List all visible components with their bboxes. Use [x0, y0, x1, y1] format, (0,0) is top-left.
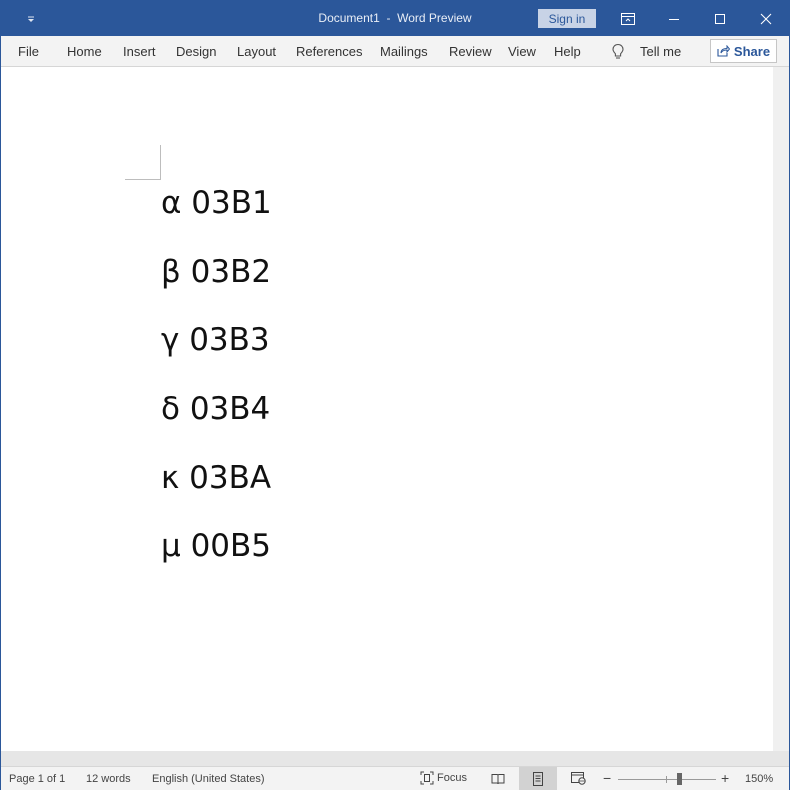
language-indicator[interactable]: English (United States) — [152, 773, 265, 785]
ribbon-display-options-icon[interactable] — [605, 1, 651, 36]
tab-help[interactable]: Help — [554, 44, 581, 59]
app-name: Word Preview — [397, 11, 472, 25]
print-layout-icon[interactable] — [519, 767, 557, 790]
document-area: α 03B1 β 03B2 γ 03B3 δ 03B4 κ 03BA μ 00B… — [1, 67, 789, 751]
share-label: Share — [733, 43, 771, 59]
zoom-slider-thumb[interactable] — [676, 773, 682, 785]
document-name: Document1 — [318, 11, 380, 25]
title-separator: - — [379, 11, 398, 25]
focus-icon — [420, 771, 434, 785]
close-icon[interactable] — [743, 1, 789, 36]
zoom-out-button[interactable]: − — [603, 770, 611, 786]
document-line[interactable]: κ 03BA — [161, 460, 271, 496]
tab-design[interactable]: Design — [176, 44, 216, 59]
web-layout-icon[interactable] — [559, 767, 597, 790]
tab-references[interactable]: References — [296, 44, 362, 59]
title-bar: Document1 - Word Preview Sign in — [1, 1, 789, 36]
focus-label: Focus — [437, 772, 467, 784]
tab-insert[interactable]: Insert — [123, 44, 156, 59]
zoom-slider[interactable] — [618, 779, 716, 780]
tab-view[interactable]: View — [508, 44, 536, 59]
page-count[interactable]: Page 1 of 1 — [9, 773, 65, 785]
minimize-icon[interactable] — [651, 1, 697, 36]
document-line[interactable]: β 03B2 — [161, 254, 271, 290]
lightbulb-icon[interactable] — [611, 43, 625, 61]
tab-review[interactable]: Review — [449, 44, 492, 59]
vertical-scrollbar[interactable] — [773, 67, 789, 751]
tab-file[interactable]: File — [18, 44, 39, 59]
margin-corner-mark — [125, 145, 161, 180]
word-window: Document1 - Word Preview Sign in File Ho… — [0, 0, 790, 790]
customize-quick-access-icon[interactable] — [21, 9, 41, 29]
tab-mailings[interactable]: Mailings — [380, 44, 428, 59]
zoom-level[interactable]: 150% — [745, 773, 773, 785]
document-page[interactable]: α 03B1 β 03B2 γ 03B3 δ 03B4 κ 03BA μ 00B… — [1, 67, 773, 751]
tell-me-search[interactable]: Tell me — [640, 44, 681, 59]
document-line[interactable]: μ 00B5 — [161, 528, 271, 564]
share-icon — [717, 45, 730, 57]
ribbon-tabs: File Home Insert Design Layout Reference… — [1, 36, 789, 67]
zoom-in-button[interactable]: + — [721, 770, 729, 786]
document-line[interactable]: α 03B1 — [161, 185, 272, 221]
word-count[interactable]: 12 words — [86, 773, 131, 785]
document-line[interactable]: δ 03B4 — [161, 391, 270, 427]
focus-button[interactable]: Focus — [420, 771, 467, 785]
tab-layout[interactable]: Layout — [237, 44, 276, 59]
maximize-icon[interactable] — [697, 1, 743, 36]
status-bar: Page 1 of 1 12 words English (United Sta… — [1, 766, 789, 790]
document-line[interactable]: γ 03B3 — [161, 322, 270, 358]
read-mode-icon[interactable] — [479, 767, 517, 790]
sign-in-button[interactable]: Sign in — [538, 9, 596, 28]
zoom-slider-center-tick — [666, 776, 667, 783]
share-button[interactable]: Share — [710, 39, 777, 63]
tab-home[interactable]: Home — [67, 44, 102, 59]
